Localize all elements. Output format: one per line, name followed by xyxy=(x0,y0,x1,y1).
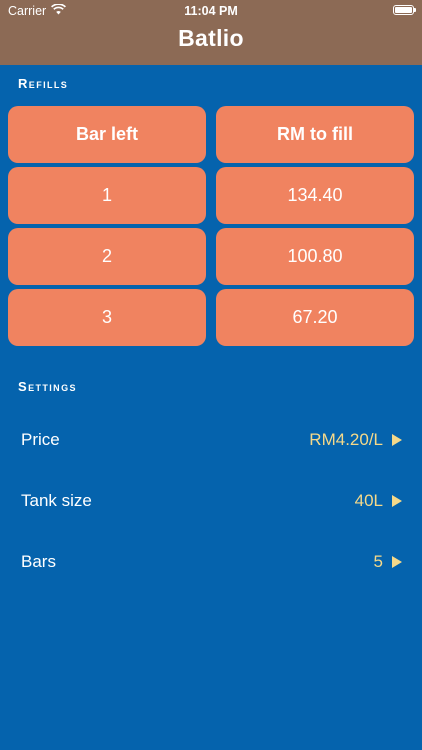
play-arrow-icon xyxy=(392,434,402,446)
setting-label-price: Price xyxy=(21,430,60,449)
column-header-bar-left: Bar left xyxy=(8,106,206,163)
refills-table: Bar left RM to fill 1 134.40 2 100.80 3 … xyxy=(8,106,414,346)
battery-icon xyxy=(393,5,416,15)
play-arrow-icon xyxy=(392,556,402,568)
setting-label-bars: Bars xyxy=(21,552,56,571)
bar-left-cell: 2 xyxy=(8,228,206,285)
settings-section-title: Settings xyxy=(18,379,77,394)
setting-value-bars: 5 xyxy=(373,552,383,571)
play-arrow-icon xyxy=(392,495,402,507)
setting-label-tank-size: Tank size xyxy=(21,491,92,510)
refills-section-title: Refills xyxy=(18,76,69,91)
setting-row-price[interactable]: Price RM4.20/L xyxy=(0,420,422,460)
navigation-bar: Carrier 11:04 PM Batlio xyxy=(0,0,422,65)
bar-left-cell: 3 xyxy=(8,289,206,346)
rm-to-fill-cell: 67.20 xyxy=(216,289,414,346)
setting-row-tank-size[interactable]: Tank size 40L xyxy=(0,481,422,521)
setting-value-price: RM4.20/L xyxy=(309,430,383,449)
status-bar: Carrier 11:04 PM xyxy=(0,0,422,22)
setting-row-bars[interactable]: Bars 5 xyxy=(0,542,422,582)
status-time: 11:04 PM xyxy=(184,4,238,18)
setting-value-tank-size: 40L xyxy=(354,491,383,510)
column-header-rm-to-fill: RM to fill xyxy=(216,106,414,163)
bar-left-cell: 1 xyxy=(8,167,206,224)
rm-to-fill-cell: 134.40 xyxy=(216,167,414,224)
app-title: Batlio xyxy=(178,25,244,51)
rm-to-fill-cell: 100.80 xyxy=(216,228,414,285)
